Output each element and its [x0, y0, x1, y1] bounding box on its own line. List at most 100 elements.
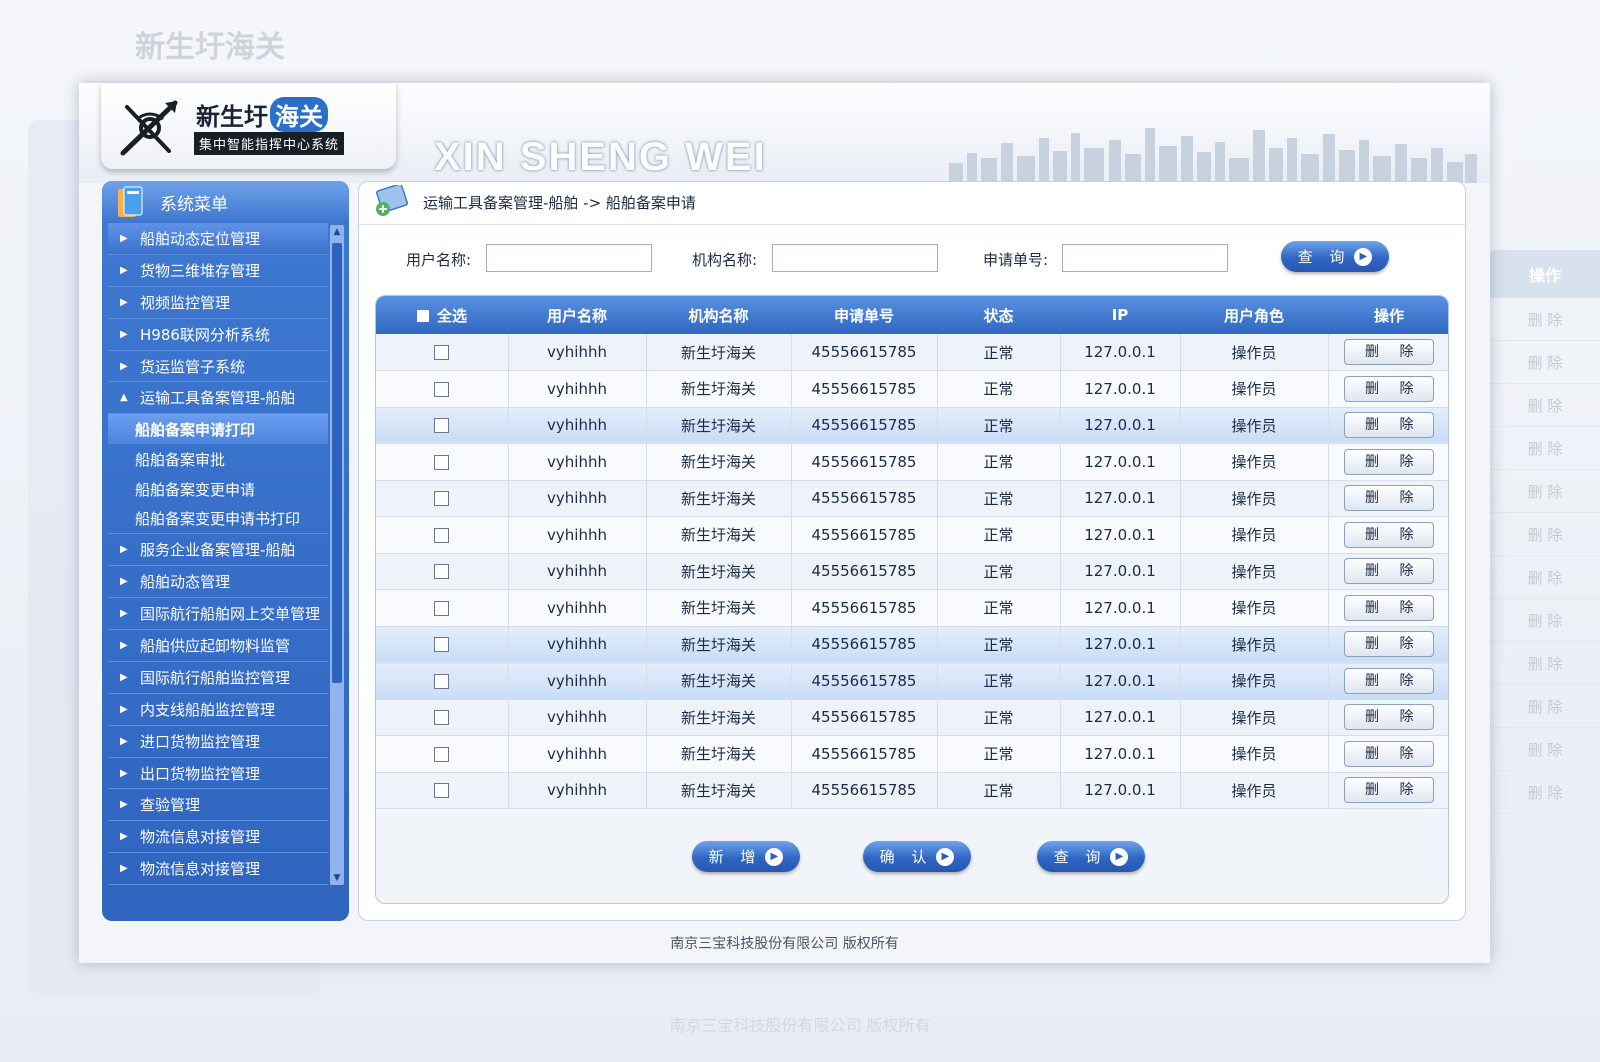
operation-cell: 删 除 [1328, 443, 1448, 481]
row-checkbox[interactable] [434, 345, 450, 360]
row-checkbox[interactable] [434, 600, 450, 616]
sidebar-item-video[interactable]: ▶ 视频监控管理 [108, 287, 328, 319]
expand-arrow-icon: ▶ [120, 264, 128, 276]
sidebar-item-feeder[interactable]: ▶ 内支线船舶监控管理 [108, 694, 328, 726]
sidebar-item-ship-location[interactable]: ▶ 船舶动态定位管理 [108, 223, 328, 255]
ip-cell: 127.0.0.1 [1060, 370, 1181, 408]
sidebar-item-intl-submission[interactable]: ▶ 国际航行船舶网上交单管理 [108, 598, 328, 631]
table-row: vyhihhh 新生圩海关 45556615785 正常 127.0.0.1 操作员删 除 [376, 589, 1448, 627]
sidebar-item-inspection[interactable]: ▶ 查验管理 [108, 789, 328, 822]
role-cell: 操作员 [1180, 589, 1329, 627]
sidebar-item-transport-ship[interactable]: ▲ 运输工具备案管理-船舶 [108, 382, 328, 415]
table-row: vyhihhh 新生圩海关 45556615785 正常 127.0.0.1 操作员删 除 [376, 662, 1448, 700]
sidebar-item-intl-monitor[interactable]: ▶ 国际航行船舶监控管理 [108, 662, 328, 694]
sidebar-subitem-change-print[interactable]: 船舶备案变更申请书打印 [108, 504, 328, 535]
delete-button[interactable]: 删 除 [1344, 448, 1435, 475]
delete-button[interactable]: 删 除 [1344, 777, 1435, 804]
delete-button[interactable]: 删 除 [1344, 375, 1435, 402]
ip-cell: 127.0.0.1 [1060, 407, 1181, 444]
row-checkbox[interactable] [434, 746, 450, 762]
row-select-cell [376, 553, 509, 590]
scrollbar-thumb[interactable] [332, 243, 342, 683]
org-name-cell: 新生圩海关 [646, 772, 792, 809]
sidebar-subitem-approve[interactable]: 船舶备案审批 [108, 444, 328, 474]
user-name-cell: vyhihhh [508, 407, 647, 444]
operation-cell: 删 除 [1328, 626, 1448, 663]
sidebar-item-cargo-3d[interactable]: ▶ 货物三维堆存管理 [108, 255, 328, 287]
search-button[interactable]: 查 询 ▶ [1281, 241, 1389, 272]
row-checkbox[interactable] [434, 418, 450, 434]
expand-arrow-icon: ▶ [120, 863, 128, 875]
sidebar-item-service-enterprise[interactable]: ▶ 服务企业备案管理-船舶 [108, 534, 328, 567]
sidebar-item-h986[interactable]: ▶ H986联网分析系统 [108, 319, 328, 351]
delete-button[interactable]: 删 除 [1344, 594, 1435, 621]
row-checkbox[interactable] [434, 637, 450, 653]
sidebar-item-import[interactable]: ▶ 进口货物监控管理 [108, 726, 328, 758]
user-name-input[interactable] [486, 244, 652, 272]
row-checkbox[interactable] [434, 527, 450, 543]
menu-book-icon [118, 186, 143, 217]
org-name-input[interactable] [772, 244, 938, 272]
sidebar-subitem-print[interactable]: 船舶备案申请打印 [108, 414, 328, 445]
org-name-cell: 新生圩海关 [646, 516, 792, 554]
expand-arrow-icon: ▶ [120, 544, 128, 556]
sidebar-item-logistics-2[interactable]: ▶ 物流信息对接管理 [108, 853, 328, 886]
ip-cell: 127.0.0.1 [1060, 589, 1181, 627]
scroll-down-icon[interactable]: ▼ [330, 871, 344, 885]
arrow-right-icon: ▶ [936, 847, 955, 866]
org-name-label: 机构名称: [692, 251, 758, 269]
sidebar-item-logistics[interactable]: ▶ 物流信息对接管理 [108, 821, 328, 854]
user-name-cell: vyhihhh [508, 589, 647, 627]
operation-cell: 删 除 [1328, 589, 1448, 627]
query-button[interactable]: 查 询 ▶ [1037, 841, 1145, 872]
confirm-button[interactable]: 确 认 ▶ [863, 841, 971, 872]
table-row: vyhihhh 新生圩海关 45556615785 正常 127.0.0.1 操作员删 除 [376, 370, 1448, 408]
sidebar: 系统菜单 ▶ 船舶动态定位管理 ▶ 货物三维堆存管理 ▶ 视频监控管理 ▶ H986联网… [102, 181, 349, 921]
select-all-header[interactable]: 全选 [376, 296, 508, 334]
status-cell: 正常 [937, 443, 1061, 481]
sidebar-scrollbar[interactable]: ▲ ▼ [330, 225, 344, 885]
row-checkbox[interactable] [434, 564, 450, 580]
sidebar-item-freight[interactable]: ▶ 货运监管子系统 [108, 351, 328, 383]
add-button[interactable]: 新 增 ▶ [692, 841, 800, 872]
row-checkbox[interactable] [434, 491, 450, 507]
background-logo: 新生圩海关 [135, 30, 285, 65]
role-cell: 操作员 [1180, 480, 1329, 517]
sidebar-item-supply[interactable]: ▶ 船舶供应起卸物料监管 [108, 630, 328, 662]
expand-arrow-icon: ▶ [120, 608, 128, 620]
delete-button[interactable]: 删 除 [1344, 558, 1435, 585]
delete-button[interactable]: 删 除 [1344, 412, 1435, 439]
delete-button[interactable]: 删 除 [1344, 704, 1435, 731]
sidebar-item-export[interactable]: ▶ 出口货物监控管理 [108, 758, 328, 790]
row-checkbox[interactable] [434, 454, 450, 470]
sidebar-subitem-change[interactable]: 船舶备案变更申请 [108, 474, 328, 504]
row-checkbox[interactable] [434, 783, 450, 799]
sidebar-item-ship-dynamic[interactable]: ▶ 船舶动态管理 [108, 566, 328, 599]
role-cell: 操作员 [1180, 772, 1329, 809]
status-cell: 正常 [937, 589, 1061, 627]
row-checkbox[interactable] [434, 381, 450, 397]
expand-arrow-icon: ▶ [120, 576, 128, 588]
ip-cell: 127.0.0.1 [1060, 553, 1181, 590]
delete-button[interactable]: 删 除 [1344, 339, 1435, 365]
content-panel: 运输工具备案管理-船舶 -> 船舶备案申请 用户名称: 机构名称: 申请单号: … [358, 181, 1466, 921]
arrow-right-icon: ▶ [765, 847, 784, 866]
ip-cell: 127.0.0.1 [1060, 626, 1181, 663]
row-select-cell [376, 407, 509, 444]
delete-button[interactable]: 删 除 [1344, 667, 1435, 694]
ip-cell: 127.0.0.1 [1060, 662, 1181, 700]
user-name-cell: vyhihhh [508, 516, 647, 554]
row-checkbox[interactable] [434, 673, 450, 689]
delete-button[interactable]: 删 除 [1344, 521, 1435, 548]
delete-button[interactable]: 删 除 [1344, 631, 1435, 658]
delete-button[interactable]: 删 除 [1344, 485, 1435, 512]
operation-cell: 删 除 [1328, 699, 1448, 736]
delete-button[interactable]: 删 除 [1344, 740, 1435, 767]
scroll-up-icon[interactable]: ▲ [330, 225, 344, 239]
expand-arrow-icon: ▶ [120, 799, 128, 811]
application-number-input[interactable] [1062, 244, 1228, 272]
table-row: vyhihhh 新生圩海关 45556615785 正常 127.0.0.1 操作员删 除 [376, 334, 1448, 371]
select-all-checkbox[interactable] [416, 310, 429, 322]
arrow-right-icon: ▶ [1110, 847, 1129, 866]
row-checkbox[interactable] [434, 710, 450, 726]
